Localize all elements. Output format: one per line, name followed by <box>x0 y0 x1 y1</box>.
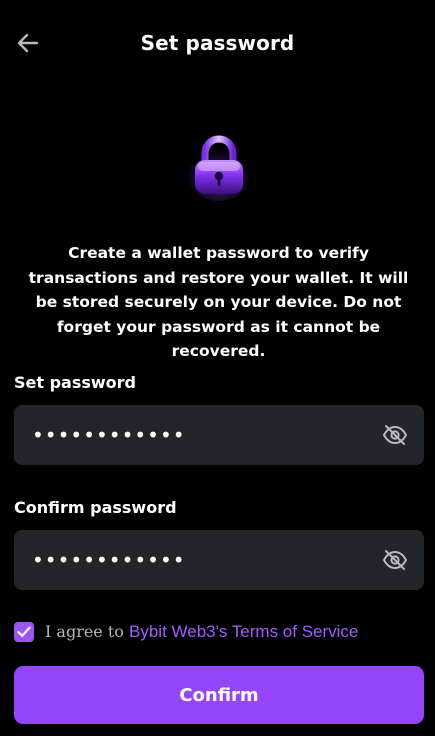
eye-off-icon <box>383 425 407 445</box>
set-password-input[interactable] <box>32 405 372 465</box>
set-password-label: Set password <box>14 373 137 392</box>
password-description: Create a wallet password to verify trans… <box>28 244 409 360</box>
set-password-visibility-toggle[interactable] <box>382 423 408 447</box>
terms-text: I agree to Bybit Web3's Terms of Service <box>45 622 358 642</box>
confirm-password-field[interactable] <box>14 530 424 590</box>
confirm-password-label: Confirm password <box>14 498 177 517</box>
eye-off-icon <box>383 550 407 570</box>
terms-prefix: I agree to <box>45 622 130 641</box>
set-password-field[interactable] <box>14 405 424 465</box>
confirm-password-input[interactable] <box>32 530 372 590</box>
checkmark-icon <box>17 626 31 637</box>
lock-icon <box>187 130 251 202</box>
page-title: Set password <box>140 31 295 55</box>
confirm-button[interactable]: Confirm <box>14 666 424 724</box>
terms-checkbox[interactable] <box>14 622 34 642</box>
header: Set password <box>0 0 435 86</box>
confirm-password-visibility-toggle[interactable] <box>382 548 408 572</box>
terms-of-service-link[interactable]: Bybit Web3's Terms of Service <box>129 622 358 641</box>
terms-agreement: I agree to Bybit Web3's Terms of Service <box>14 620 358 644</box>
